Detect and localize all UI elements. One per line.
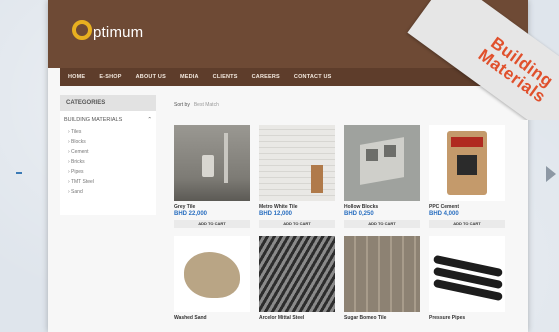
nav-eshop[interactable]: E-SHOP <box>99 74 121 80</box>
sidebar-item-cement[interactable]: › Cement <box>60 147 156 157</box>
nav-careers[interactable]: CAREERS <box>252 74 280 80</box>
product-name[interactable]: Grey Tile <box>174 204 250 210</box>
category-sidebar: CATEGORIES BUILDING MATERIALS ⌃ › Tiles … <box>60 95 156 215</box>
add-to-cart-button[interactable]: ADD TO CART <box>259 220 335 228</box>
sidebar-category-label: BUILDING MATERIALS <box>64 117 123 123</box>
product-image-washed-sand[interactable] <box>174 236 250 312</box>
add-to-cart-button[interactable]: ADD TO CART <box>429 220 505 228</box>
nav-contact[interactable]: CONTACT US <box>294 74 332 80</box>
product-card[interactable]: Sugar Bomeo Tile <box>344 236 420 321</box>
product-name[interactable]: Metro White Tile <box>259 204 335 210</box>
sidebar-item-tmt-steel[interactable]: › TMT Steel <box>60 177 156 187</box>
product-image-pressure-pipes[interactable] <box>429 236 505 312</box>
sort-label: Sort by <box>174 102 190 108</box>
product-card[interactable]: Pressure Pipes <box>429 236 505 321</box>
product-name[interactable]: Sugar Bomeo Tile <box>344 315 420 321</box>
product-price: BHD 22,000 <box>174 211 208 217</box>
sidebar-item-bricks[interactable]: › Bricks <box>60 157 156 167</box>
add-to-cart-button[interactable]: ADD TO CART <box>344 220 420 228</box>
ribbon-banner: Building Materials <box>407 0 559 120</box>
product-card[interactable]: Arcelor Mittal Steel <box>259 236 335 321</box>
decoration-dot <box>16 172 22 174</box>
sidebar-title: CATEGORIES <box>60 95 156 111</box>
sidebar-category[interactable]: BUILDING MATERIALS ⌃ <box>60 111 156 127</box>
nav-clients[interactable]: CLIENTS <box>213 74 238 80</box>
product-image-hollow-blocks[interactable] <box>344 125 420 201</box>
product-card[interactable]: Washed Sand <box>174 236 250 321</box>
product-card[interactable]: Hollow Blocks BHD 0,250 ADD TO CART <box>344 125 420 228</box>
sidebar-item-sand[interactable]: › Sand <box>60 187 156 197</box>
sidebar-item-blocks[interactable]: › Blocks <box>60 137 156 147</box>
product-name[interactable]: Washed Sand <box>174 315 250 321</box>
category-ribbon: Building Materials <box>369 0 559 120</box>
product-price: BHD 4,000 <box>429 211 459 217</box>
product-card[interactable]: Metro White Tile BHD 12,000 ADD TO CART <box>259 125 335 228</box>
product-image-sugar-bomeo-tile[interactable] <box>344 236 420 312</box>
logo-text: ptimum <box>93 24 144 41</box>
next-arrow[interactable] <box>546 166 556 182</box>
product-name[interactable]: Pressure Pipes <box>429 315 505 321</box>
product-image-ppc-cement[interactable] <box>429 125 505 201</box>
sidebar-item-tiles[interactable]: › Tiles <box>60 127 156 137</box>
nav-home[interactable]: HOME <box>68 74 85 80</box>
product-name[interactable]: PPC Cement <box>429 204 505 210</box>
chevron-up-icon[interactable]: ⌃ <box>147 117 152 123</box>
logo[interactable]: ptimum <box>72 20 143 40</box>
product-image-metro-white-tile[interactable] <box>259 125 335 201</box>
add-to-cart-button[interactable]: ADD TO CART <box>174 220 250 228</box>
content-area: CATEGORIES BUILDING MATERIALS ⌃ › Tiles … <box>60 90 516 332</box>
product-grid: Grey Tile BHD 22,000 ADD TO CART Metro W… <box>174 125 514 321</box>
product-name[interactable]: Arcelor Mittal Steel <box>259 315 335 321</box>
sort-control[interactable]: Sort by Best Match <box>174 102 219 108</box>
nav-media[interactable]: MEDIA <box>180 74 199 80</box>
product-name[interactable]: Hollow Blocks <box>344 204 420 210</box>
product-price: BHD 0,250 <box>344 211 374 217</box>
nav-about[interactable]: ABOUT US <box>136 74 166 80</box>
product-card[interactable]: PPC Cement BHD 4,000 ADD TO CART <box>429 125 505 228</box>
sidebar-item-pipes[interactable]: › Pipes <box>60 167 156 177</box>
product-card[interactable]: Grey Tile BHD 22,000 ADD TO CART <box>174 125 250 228</box>
product-image-grey-tile[interactable] <box>174 125 250 201</box>
product-image-arcelor-mittal-steel[interactable] <box>259 236 335 312</box>
product-price: BHD 12,000 <box>259 211 293 217</box>
logo-o-icon <box>72 20 92 40</box>
sort-select[interactable]: Best Match <box>194 102 219 108</box>
